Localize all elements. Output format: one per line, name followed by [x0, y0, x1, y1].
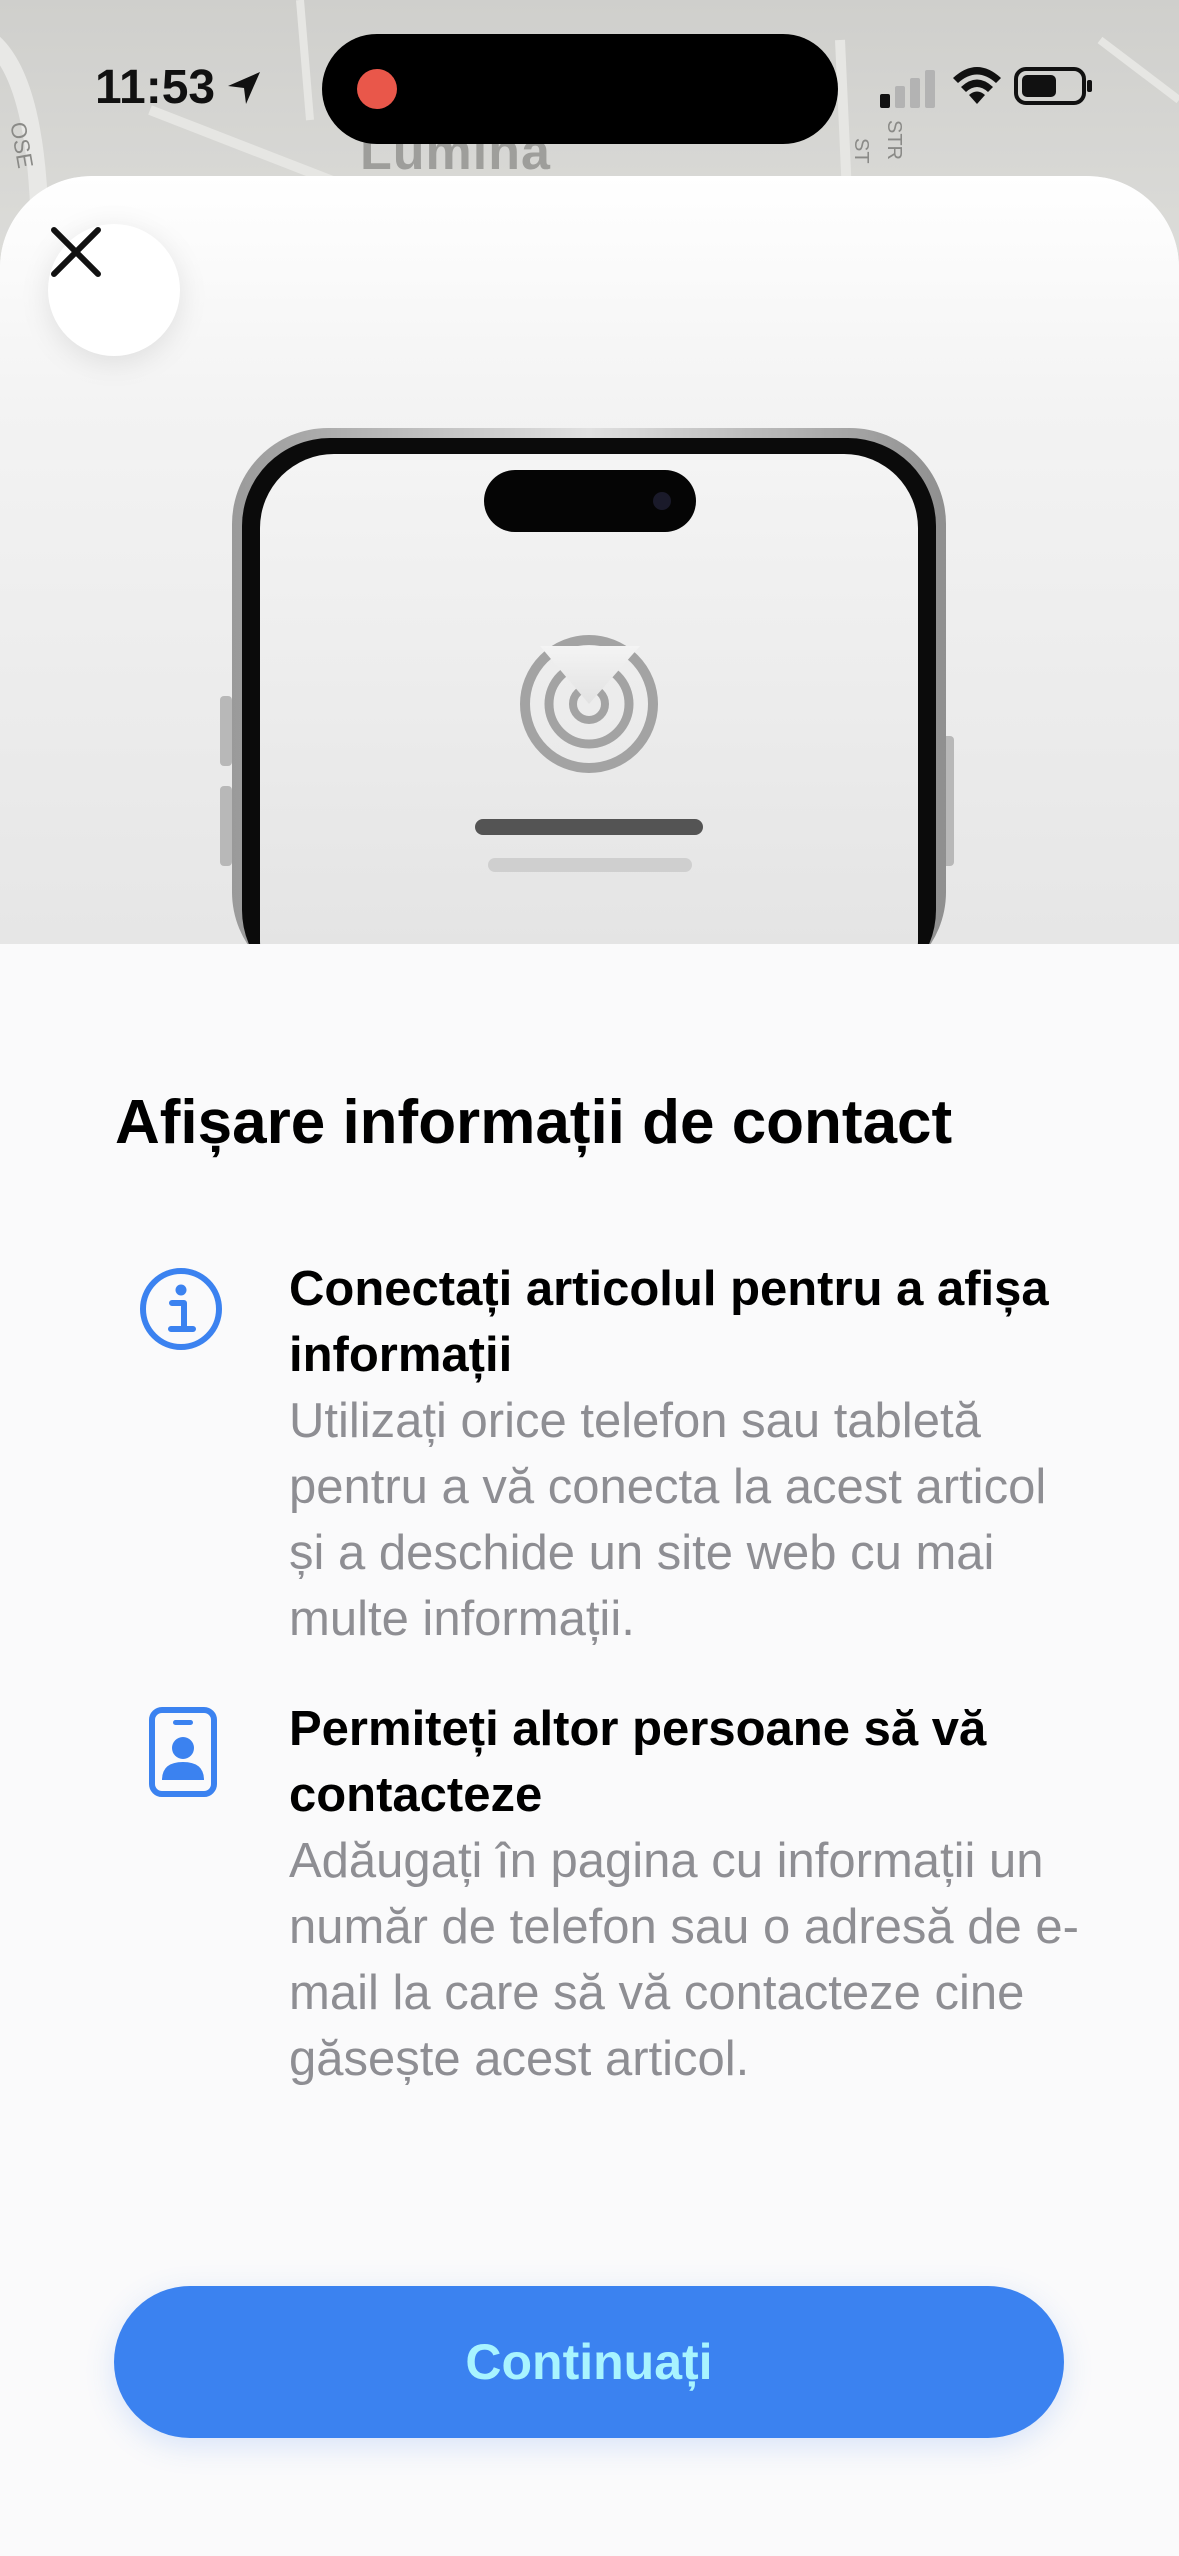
info-circle-icon	[140, 1268, 222, 1350]
status-time: 11:53	[95, 61, 216, 114]
close-button[interactable]	[48, 224, 180, 356]
feature-text: Permiteți altor persoane să vă contactez…	[289, 1696, 1089, 2092]
wifi-icon	[953, 67, 1001, 104]
feature-description: Adăugați în pagina cu informații un numă…	[289, 1834, 1079, 2086]
recording-indicator	[357, 69, 397, 109]
location-arrow-icon	[228, 72, 260, 104]
battery-icon	[1014, 67, 1092, 105]
hero-illustration	[0, 176, 1179, 944]
continue-button-label: Continuați	[465, 2334, 713, 2390]
dynamic-island	[322, 34, 838, 144]
contact-card-icon	[149, 1707, 217, 1797]
page-title: Afișare informații de contact	[115, 1088, 953, 1157]
feature-text: Conectați articolul pentru a afișa infor…	[289, 1256, 1089, 1652]
feature-title: Conectați articolul pentru a afișa infor…	[289, 1262, 1049, 1382]
continue-button[interactable]: Continuați	[114, 2286, 1064, 2438]
feature-description: Utilizați orice telefon sau tabletă pent…	[289, 1394, 1047, 1646]
signal-icon	[880, 70, 935, 108]
status-bar: 11:53	[0, 0, 1179, 170]
info-sheet: Afișare informații de contact Conectați …	[0, 176, 1179, 2556]
close-icon	[51, 227, 101, 277]
feature-title: Permiteți altor persoane să vă contactez…	[289, 1702, 987, 1822]
